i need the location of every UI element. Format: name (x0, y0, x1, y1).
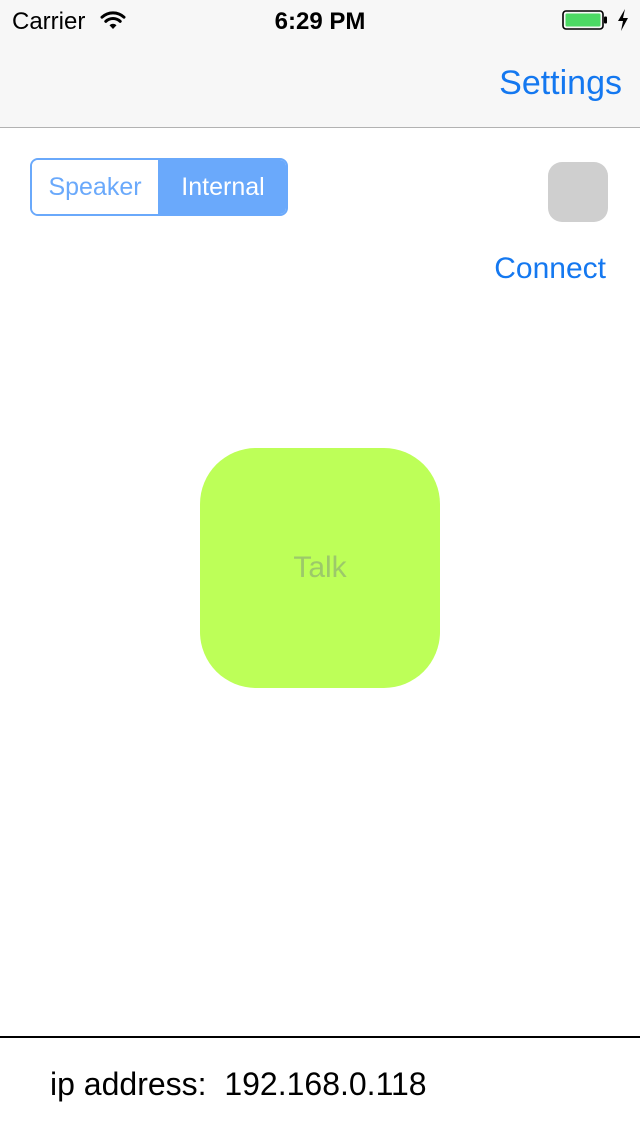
navigation-bar: Carrier 6:29 PM Settings (0, 0, 640, 128)
connection-status-indicator (548, 162, 608, 222)
footer-divider (0, 1036, 640, 1038)
settings-button[interactable]: Settings (499, 64, 622, 103)
clock-time: 6:29 PM (274, 8, 366, 35)
segment-speaker[interactable]: Speaker (32, 160, 160, 214)
intercom-screen: Carrier 6:29 PM Settings Speaker Interna… (0, 0, 640, 1136)
talk-label: Talk (293, 551, 347, 584)
charging-bolt-icon (616, 8, 630, 32)
ip-address-value: 192.168.0.118 (224, 1066, 427, 1102)
ip-address-label: ip address: (50, 1066, 207, 1102)
status-bar: Carrier 6:29 PM (0, 0, 640, 40)
audio-output-segmented-control: Speaker Internal (30, 158, 288, 216)
battery-icon (562, 10, 608, 30)
connect-button[interactable]: Connect (494, 252, 606, 286)
segment-internal[interactable]: Internal (160, 160, 286, 214)
ip-address-row: ip address: 192.168.0.118 (50, 1066, 427, 1103)
talk-button[interactable]: Talk (200, 448, 440, 688)
